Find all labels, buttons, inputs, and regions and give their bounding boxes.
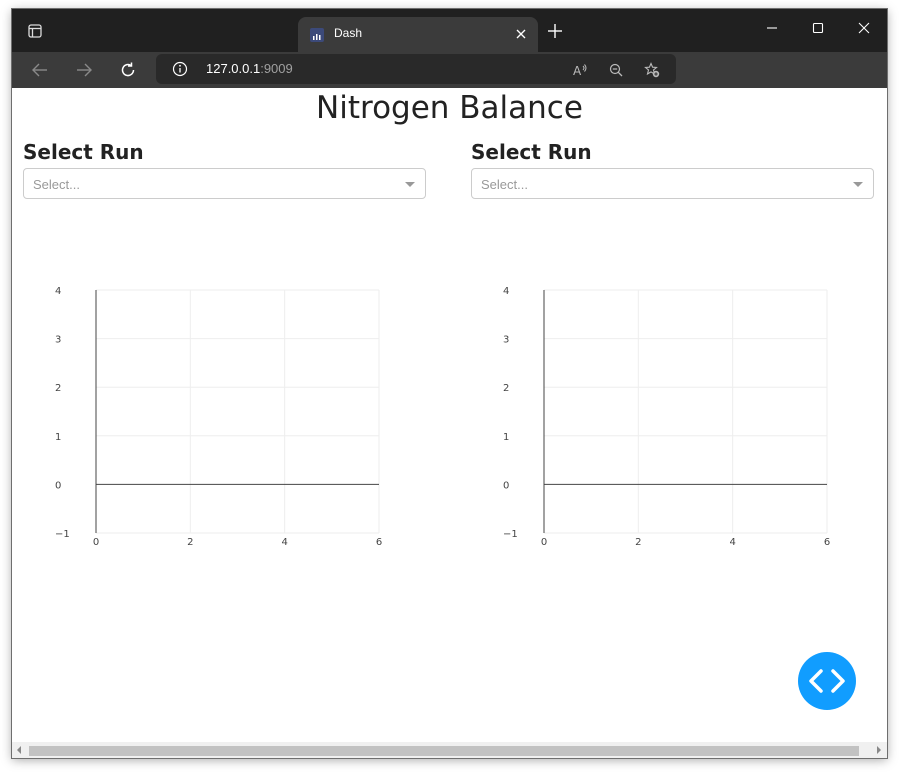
x-tick-label: 4 xyxy=(729,537,735,548)
browser-toolbar: 127.0.0.1:9009 A xyxy=(12,52,887,88)
select-run-dropdown-right[interactable]: Select... xyxy=(471,168,874,199)
dash-debug-menu-button[interactable] xyxy=(798,652,856,710)
y-tick-label: 4 xyxy=(55,286,61,297)
dropdown-placeholder: Select... xyxy=(481,177,528,192)
tab-title: Dash xyxy=(334,26,363,40)
horizontal-scrollbar[interactable] xyxy=(12,742,887,758)
forward-arrow-icon[interactable] xyxy=(75,61,93,79)
x-tick-label: 2 xyxy=(635,537,641,548)
close-window-icon[interactable] xyxy=(857,21,871,35)
nitrogen-balance-plot-left[interactable]: 0 2 4 6 −1 0 1 2 3 4 xyxy=(52,278,392,558)
scroll-left-arrow-icon[interactable] xyxy=(17,746,21,754)
caret-down-icon[interactable] xyxy=(853,182,863,187)
zoom-out-icon[interactable] xyxy=(608,62,624,78)
x-tick-label: 2 xyxy=(187,537,193,548)
maximize-icon[interactable] xyxy=(811,21,825,35)
dash-favicon-icon xyxy=(310,28,324,42)
title-bar: Dash xyxy=(12,9,887,52)
close-tab-icon[interactable] xyxy=(514,27,528,41)
select-run-label-right: Select Run xyxy=(471,140,592,164)
favorite-add-icon[interactable] xyxy=(644,62,660,78)
x-tick-label: 0 xyxy=(93,537,99,548)
browser-window: Dash 127.0.0.1:9009 A Nitrogen Balance S… xyxy=(12,9,887,758)
tab-actions-icon[interactable] xyxy=(28,24,42,38)
code-brackets-icon xyxy=(809,669,845,693)
x-tick-label: 6 xyxy=(376,537,382,548)
dropdown-placeholder: Select... xyxy=(33,177,80,192)
refresh-icon[interactable] xyxy=(119,61,137,79)
y-tick-label: −1 xyxy=(55,529,70,540)
select-run-label-left: Select Run xyxy=(23,140,144,164)
scroll-right-arrow-icon[interactable] xyxy=(877,746,881,754)
plot-svg: 0 2 4 6 −1 0 1 2 3 4 xyxy=(503,286,830,548)
x-tick-label: 0 xyxy=(541,537,547,548)
url-host: 127.0.0.1 xyxy=(206,61,261,76)
caret-down-icon[interactable] xyxy=(405,182,415,187)
scrollbar-thumb[interactable] xyxy=(29,746,859,756)
minimize-icon[interactable] xyxy=(765,21,779,35)
url-text: 127.0.0.1:9009 xyxy=(206,61,293,76)
browser-tab[interactable]: Dash xyxy=(298,17,538,52)
y-tick-label: 3 xyxy=(503,335,509,346)
y-tick-label: 1 xyxy=(55,432,61,443)
page-title: Nitrogen Balance xyxy=(316,90,583,126)
new-tab-icon[interactable] xyxy=(548,24,562,38)
page-content: Nitrogen Balance Select Run Select... Se… xyxy=(12,88,887,742)
address-bar[interactable]: 127.0.0.1:9009 A xyxy=(156,54,676,84)
y-tick-label: 3 xyxy=(55,335,61,346)
site-info-icon[interactable] xyxy=(172,61,188,77)
read-aloud-icon[interactable]: A xyxy=(572,62,588,78)
y-tick-label: 2 xyxy=(503,383,509,394)
y-tick-label: −1 xyxy=(503,529,518,540)
y-tick-label: 0 xyxy=(503,480,509,491)
y-tick-label: 2 xyxy=(55,383,61,394)
y-tick-label: 0 xyxy=(55,480,61,491)
svg-text:A: A xyxy=(573,64,582,78)
select-run-dropdown-left[interactable]: Select... xyxy=(23,168,426,199)
y-tick-label: 4 xyxy=(503,286,509,297)
x-tick-label: 4 xyxy=(281,537,287,548)
nitrogen-balance-plot-right[interactable]: 0 2 4 6 −1 0 1 2 3 4 xyxy=(500,278,840,558)
x-tick-label: 6 xyxy=(824,537,830,548)
y-tick-label: 1 xyxy=(503,432,509,443)
back-arrow-icon[interactable] xyxy=(31,61,49,79)
url-port: :9009 xyxy=(260,61,293,76)
plot-svg: 0 2 4 6 −1 0 1 2 3 4 xyxy=(55,286,382,548)
